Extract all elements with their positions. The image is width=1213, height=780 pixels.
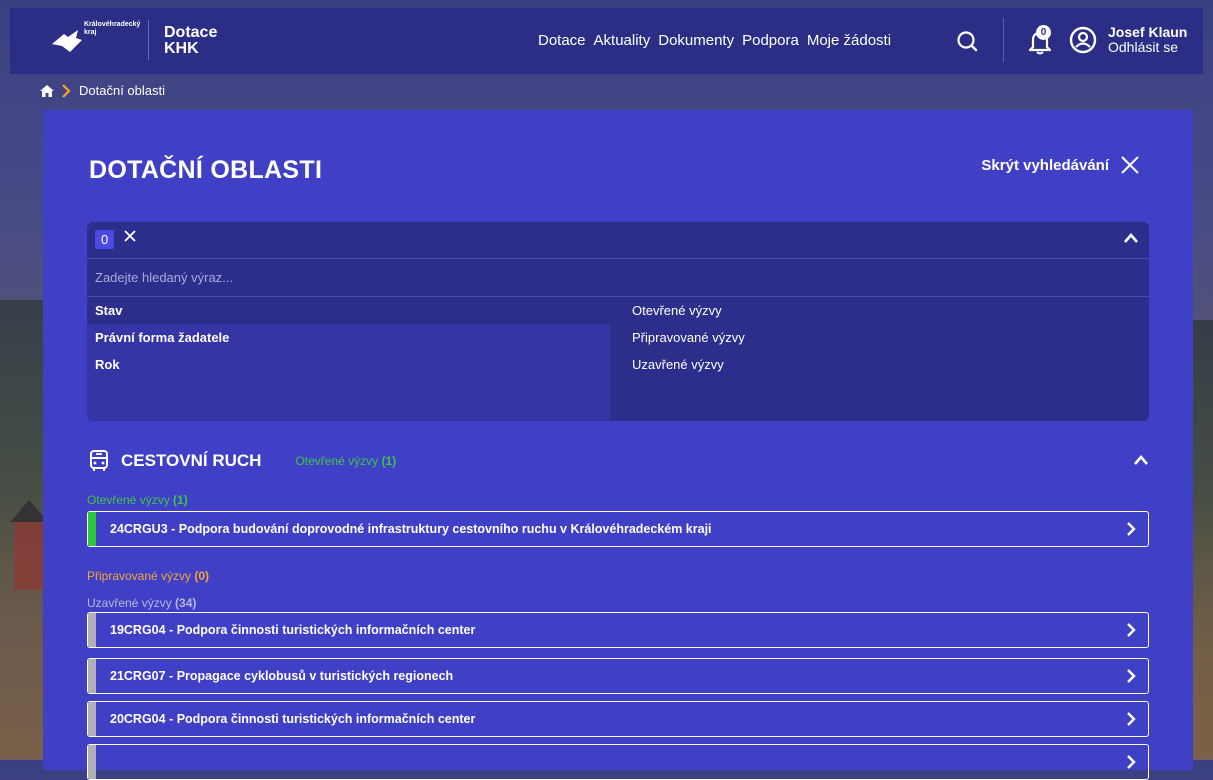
notification-badge: 0 [1036, 25, 1051, 40]
call-row-closed[interactable]: 20CRG04 - Podpora činnosti turistických … [87, 701, 1149, 737]
main-panel: DOTAČNÍ OBLASTI Skrýt vyhledávání 0 Stav… [43, 110, 1193, 780]
call-row-closed[interactable]: 21CRG07 - Propagace cyklobusů v turistic… [87, 658, 1149, 694]
logout-link[interactable]: Odhlásit se [1108, 39, 1178, 55]
filter-body: Stav Právní forma žadatele Rok Otevřené … [87, 297, 1149, 421]
brand-divider [148, 20, 149, 60]
logo-shape-icon [52, 30, 82, 52]
breadcrumb: Dotační oblasti [40, 83, 165, 98]
filter-count-chip: 0 [95, 230, 115, 249]
group-label-prepared: Připravované výzvy (0) [87, 569, 209, 583]
filter-option-prepared[interactable]: Připravované výzvy [610, 324, 1149, 351]
nav-podpora[interactable]: Podpora [742, 32, 799, 49]
user-icon[interactable] [1069, 26, 1097, 54]
group-label-closed: Uzavřené výzvy (34) [87, 596, 196, 610]
close-icon [1121, 156, 1139, 174]
nav-dotace[interactable]: Dotace [538, 32, 586, 49]
chevron-right-icon [1127, 712, 1136, 726]
chevron-right-icon [1127, 623, 1136, 637]
section-open-summary: Otevřené výzvy (1) [295, 454, 396, 468]
call-title: 21CRG07 - Propagace cyklobusů v turistic… [110, 669, 454, 683]
group-open-label: Otevřené výzvy [87, 493, 170, 507]
chevron-right-icon [1127, 669, 1136, 683]
status-stripe-closed [88, 613, 96, 647]
chevron-up-icon[interactable] [1123, 232, 1139, 244]
search-input[interactable] [87, 259, 1149, 296]
hide-search-button[interactable]: Skrýt vyhledávání [981, 156, 1139, 174]
header-divider [1003, 18, 1004, 62]
group-label-open: Otevřené výzvy (1) [87, 493, 188, 507]
call-row-closed-partial[interactable] [87, 744, 1149, 780]
group-prepared-label: Připravované výzvy [87, 569, 192, 583]
search-row [87, 259, 1149, 297]
hide-search-label: Skrýt vyhledávání [981, 156, 1109, 174]
page-title: DOTAČNÍ OBLASTI [89, 156, 323, 184]
section-chevron-up-icon[interactable] [1133, 454, 1149, 466]
home-icon[interactable] [40, 84, 54, 97]
background-house [10, 500, 48, 590]
chevron-right-icon [1127, 755, 1136, 769]
filter-category-pravni-forma[interactable]: Právní forma žadatele [87, 324, 610, 351]
filter-category-stav[interactable]: Stav [87, 297, 610, 324]
group-closed-label: Uzavřené výzvy [87, 596, 172, 610]
call-row-closed[interactable]: 19CRG04 - Podpora činnosti turistických … [87, 612, 1149, 648]
filter-options: Otevřené výzvy Připravované výzvy Uzavře… [610, 297, 1149, 421]
status-stripe-closed [88, 702, 96, 736]
filter-option-closed[interactable]: Uzavřené výzvy [610, 351, 1149, 378]
status-stripe-closed [88, 745, 96, 779]
top-header: Královéhradecký kraj Dotace KHK Dotace A… [10, 8, 1203, 74]
filter-option-open[interactable]: Otevřené výzvy [610, 297, 1149, 324]
group-open-count: (1) [173, 493, 188, 507]
status-stripe-open [88, 512, 96, 546]
status-stripe-closed [88, 659, 96, 693]
filter-category-rok[interactable]: Rok [87, 351, 610, 378]
brand-title[interactable]: Dotace KHK [164, 25, 217, 57]
chevron-right-icon [1127, 522, 1136, 536]
group-prepared-count: (0) [194, 569, 210, 583]
breadcrumb-chevron-icon [62, 83, 71, 98]
filter-box: 0 Stav Právní forma žadatele Rok Otevřen… [87, 222, 1149, 421]
kraj-logo[interactable]: Královéhradecký kraj [50, 18, 148, 64]
section-open-summary-count: (1) [381, 454, 397, 468]
logo-text: Královéhradecký kraj [84, 21, 141, 36]
call-title: 24CRGU3 - Podpora budování doprovodné in… [110, 522, 712, 536]
section-header[interactable]: CESTOVNÍ RUCH Otevřené výzvy (1) [89, 450, 396, 472]
section-title: CESTOVNÍ RUCH [121, 451, 262, 470]
call-row-open[interactable]: 24CRGU3 - Podpora budování doprovodné in… [87, 511, 1149, 547]
brand-line2: KHK [164, 40, 199, 57]
search-icon[interactable] [956, 30, 978, 52]
user-name[interactable]: Josef Klaun [1108, 25, 1187, 40]
section-open-summary-label: Otevřené výzvy [295, 454, 379, 468]
call-title: 20CRG04 - Podpora činnosti turistických … [110, 712, 476, 726]
filter-categories: Stav Právní forma žadatele Rok [87, 297, 610, 421]
nav-aktuality[interactable]: Aktuality [594, 32, 651, 49]
breadcrumb-current: Dotační oblasti [79, 83, 165, 98]
brand-line1: Dotace [164, 24, 218, 41]
main-nav: Dotace Aktuality Dokumenty Podpora Moje … [538, 32, 891, 49]
group-closed-count: (34) [175, 596, 197, 610]
clear-filter-icon[interactable] [123, 229, 137, 243]
nav-dokumenty[interactable]: Dokumenty [658, 32, 734, 49]
filter-header: 0 [87, 222, 1149, 259]
user-block: Josef Klaun Odhlásit se [1108, 25, 1187, 55]
call-title: 19CRG04 - Podpora činnosti turistických … [110, 623, 476, 637]
nav-moje-zadosti[interactable]: Moje žádosti [807, 32, 891, 49]
bus-icon [90, 450, 108, 471]
